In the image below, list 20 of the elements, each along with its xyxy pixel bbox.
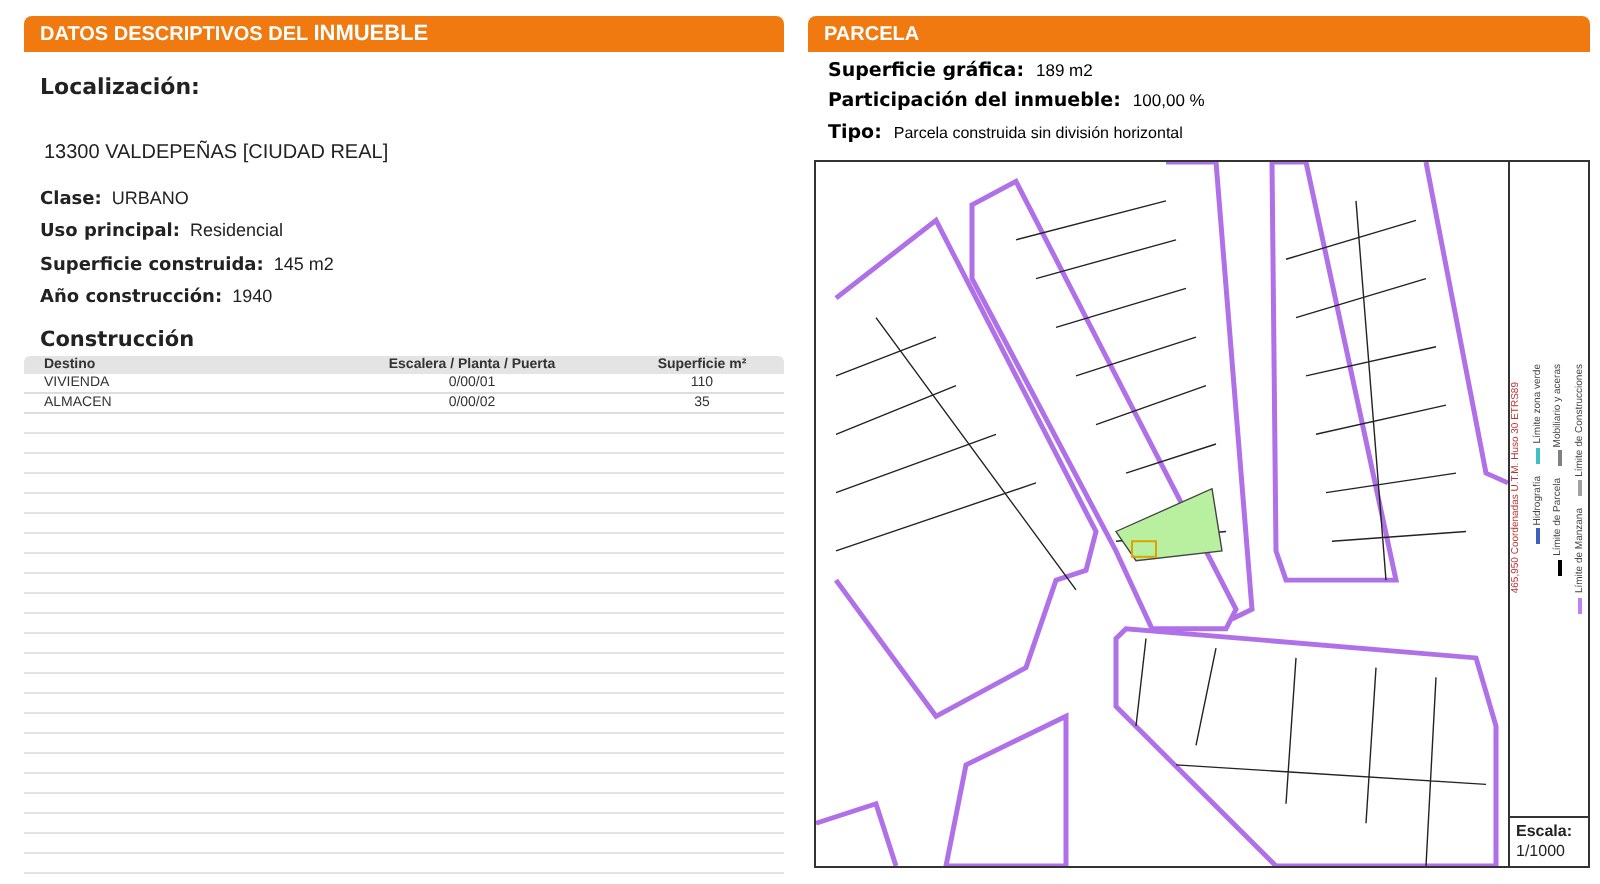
field-label: Uso principal:: [40, 220, 180, 246]
field-value: 189 m2: [1036, 58, 1093, 84]
section-title: Construcción: [40, 325, 197, 355]
field-value: 100,00 %: [1132, 88, 1205, 114]
field-value: 145 m2: [273, 251, 334, 277]
field-value: Parcela construida sin división horizontal: [893, 121, 1183, 145]
field-value: 1940: [232, 284, 273, 310]
field-value: URBANO: [111, 185, 189, 211]
field-value: Residencial: [189, 218, 284, 244]
field-label: Superficie construida:: [40, 253, 264, 279]
field-label: Superficie gráfica:: [828, 58, 1024, 86]
field-label: Participación del inmueble:: [828, 88, 1121, 117]
field-label: Clase:: [40, 187, 102, 213]
scale-label: Escala: 1/1000: [1510, 815, 1588, 866]
section-header: DATOS DESCRIPTIVOS DEL INMUEBLE: [24, 16, 784, 52]
address-text: 13300 VALDEPEÑAS [CIUDAD REAL]: [44, 138, 391, 167]
section-header: PARCELA: [808, 16, 1590, 52]
field-label: Localización:: [40, 72, 202, 104]
field-label: Tipo:: [828, 119, 882, 147]
field-label: Año construcción:: [40, 286, 223, 312]
